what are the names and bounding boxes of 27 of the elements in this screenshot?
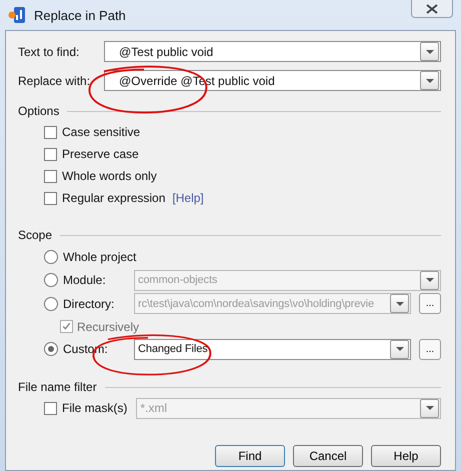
window-title: Replace in Path: [34, 8, 126, 22]
dialog-button[interactable]: Find: [215, 445, 285, 467]
checkbox[interactable]: [44, 170, 57, 182]
radio-label[interactable]: Whole project: [63, 250, 136, 264]
checkbox-label[interactable]: Preserve case: [62, 147, 139, 161]
section-title: Options: [18, 104, 60, 118]
find-combo-box[interactable]: @Test public void: [104, 41, 441, 62]
dialog-button[interactable]: Help: [371, 445, 441, 467]
help-link[interactable]: [Help]: [172, 191, 204, 205]
checkbox[interactable]: [44, 192, 57, 204]
field-label: Text to find:: [18, 44, 80, 58]
dialog-button[interactable]: Cancel: [293, 445, 363, 467]
checkbox[interactable]: [44, 148, 57, 160]
checkbox-label[interactable]: Whole words only: [62, 169, 157, 183]
checkbox-label[interactable]: Regular expression: [62, 191, 166, 205]
close-button[interactable]: [411, 0, 453, 18]
checkbox-label[interactable]: Case sensitive: [62, 125, 140, 139]
field-label: Replace with:: [18, 74, 92, 88]
scope-combo-box[interactable]: Changed Files: [134, 338, 411, 360]
app-logo-icon: [8, 6, 26, 24]
checkbox[interactable]: [44, 126, 57, 138]
close-icon: [426, 4, 438, 14]
section-title: Scope: [18, 228, 52, 242]
browse-button[interactable]: ...: [419, 338, 441, 360]
radio-button[interactable]: [44, 250, 58, 264]
section-title: File name filter: [18, 380, 97, 394]
radio-button[interactable]: [44, 342, 58, 356]
